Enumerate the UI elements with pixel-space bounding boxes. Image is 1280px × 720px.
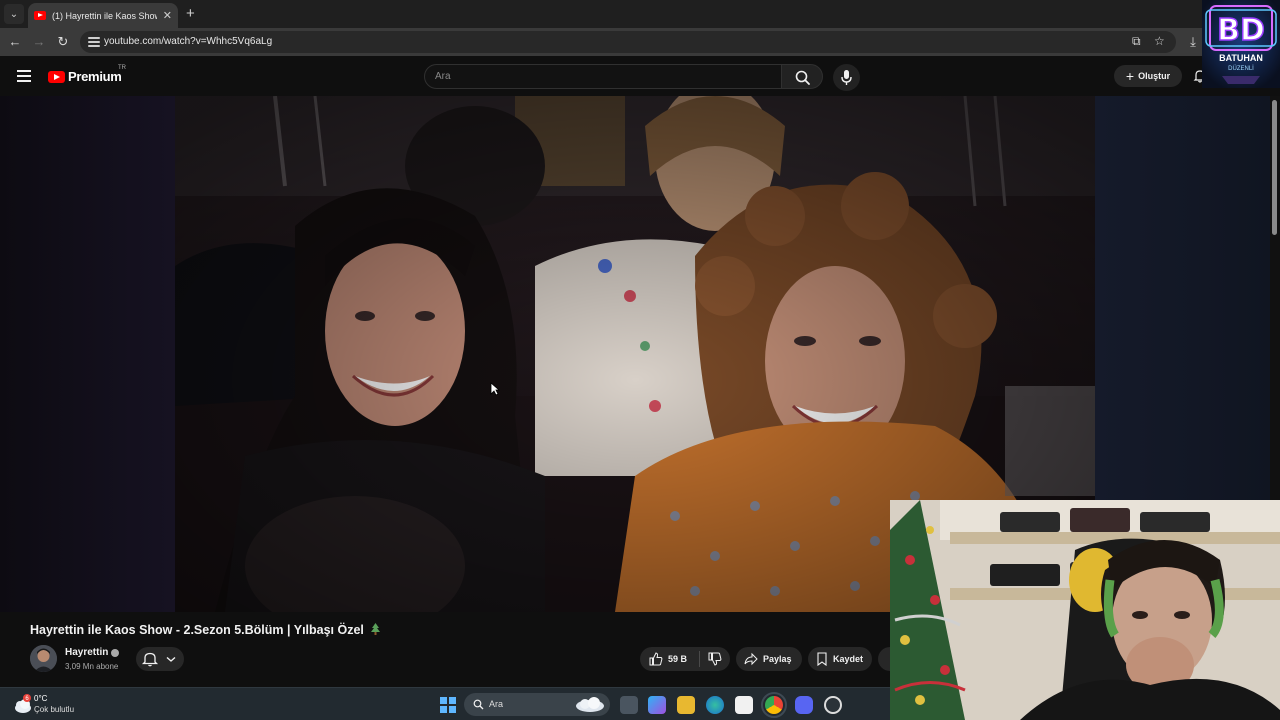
back-button[interactable]: ← [7, 34, 23, 49]
share-button[interactable]: Paylaş [736, 647, 802, 671]
task-view-icon[interactable] [620, 696, 638, 714]
tab-close-icon[interactable]: ✕ [163, 9, 172, 22]
video-title-row: Hayrettin ile Kaos Show - 2.Sezon 5.Bölü… [30, 623, 381, 637]
brand-initials: BD [1217, 13, 1265, 48]
discord-icon[interactable] [795, 696, 813, 714]
download-icon[interactable]: ⤓ [1185, 34, 1201, 50]
microphone-icon [841, 70, 852, 85]
create-button[interactable]: + Oluştur [1114, 65, 1182, 87]
share-label: Paylaş [763, 654, 792, 664]
browser-tab-title: (1) Hayrettin ile Kaos Show - 2.Sezon 5.… [52, 10, 157, 21]
streamer-webcam [890, 500, 1280, 720]
taskbar-search-icon [473, 699, 484, 710]
reload-button[interactable]: ↻ [55, 34, 71, 50]
save-bookmark-icon [817, 652, 827, 666]
file-explorer-icon[interactable] [677, 696, 695, 714]
create-label: Oluştur [1138, 71, 1171, 81]
screen: ⌄ (1) Hayrettin ile Kaos Show - 2.Sezon … [0, 0, 1280, 720]
youtube-header: Premium TR Ara + Oluştur [0, 56, 1280, 96]
new-tab-button[interactable]: + [186, 5, 195, 22]
menu-icon[interactable] [17, 70, 31, 82]
brand-subname: DÜZENLİ [1228, 65, 1254, 72]
dislike-button[interactable] [700, 652, 730, 666]
subscription-notifications-button[interactable] [136, 647, 184, 671]
bookmark-star-icon[interactable]: ☆ [1154, 34, 1165, 48]
taskbar-search-placeholder: Ara [489, 699, 504, 709]
search-input[interactable]: Ara [424, 64, 782, 89]
search-highlight-icon [576, 697, 604, 712]
streamer-logo: BD BATUHAN DÜZENLİ [1202, 0, 1280, 88]
page-scrollbar-thumb[interactable] [1272, 100, 1277, 235]
save-label: Kaydet [833, 654, 864, 664]
christmas-tree-icon [371, 623, 381, 635]
thumbs-up-icon [649, 652, 663, 666]
youtube-favicon-icon [34, 11, 46, 20]
browser-tab-strip: ⌄ (1) Hayrettin ile Kaos Show - 2.Sezon … [0, 0, 1280, 28]
copilot-icon[interactable] [648, 696, 666, 714]
brand-name: BATUHAN [1219, 53, 1263, 63]
share-arrow-icon [744, 652, 758, 666]
windows-taskbar: 6 0°C Çok bulutlu Ara [0, 687, 890, 720]
browser-tab-active[interactable]: (1) Hayrettin ile Kaos Show - 2.Sezon 5.… [28, 3, 178, 28]
site-settings-icon[interactable] [88, 36, 100, 48]
url-text: youtube.com/watch?v=Whhc5Vq6aLg [104, 36, 273, 47]
plus-icon: + [1125, 68, 1135, 84]
country-code: TR [118, 65, 126, 71]
search-button[interactable] [781, 64, 823, 89]
taskbar-search-input[interactable]: Ara [464, 693, 610, 716]
mouse-cursor-icon [490, 382, 500, 396]
search-icon [795, 70, 810, 85]
weather-temperature[interactable]: 0°C [34, 694, 47, 703]
search-placeholder: Ara [435, 71, 451, 82]
video-title: Hayrettin ile Kaos Show - 2.Sezon 5.Bölü… [30, 623, 364, 637]
more-actions-button[interactable] [878, 647, 890, 671]
youtube-premium-logo[interactable]: Premium TR [48, 65, 126, 84]
browser-toolbar: ← → ↻ youtube.com/watch?v=Whhc5Vq6aLg ⧉ … [0, 28, 1280, 56]
weather-description[interactable]: Çok bulutlu [34, 705, 74, 714]
chrome-browser-icon[interactable] [761, 692, 787, 718]
tab-search-button[interactable]: ⌄ [4, 4, 24, 24]
windows-start-icon[interactable] [440, 697, 456, 713]
microsoft-store-icon[interactable] [735, 696, 753, 714]
channel-name[interactable]: Hayrettin [65, 647, 108, 658]
like-count: 59 B [668, 654, 688, 664]
bell-chevron-icon [141, 652, 176, 667]
logo-text: Premium [68, 69, 122, 84]
weather-cloud-icon[interactable]: 6 [12, 693, 34, 715]
obs-studio-icon[interactable] [824, 696, 842, 714]
like-dislike-group: 59 B [640, 647, 730, 671]
forward-button[interactable]: → [31, 34, 47, 49]
edge-browser-icon[interactable] [706, 696, 724, 714]
youtube-play-icon [48, 70, 65, 83]
like-button[interactable]: 59 B [640, 652, 699, 666]
address-bar[interactable]: youtube.com/watch?v=Whhc5Vq6aLg ⧉ ☆ [80, 31, 1176, 53]
voice-search-button[interactable] [833, 64, 860, 91]
subscriber-count: 3,09 Mn abone [65, 662, 119, 671]
verified-badge-icon [111, 649, 119, 657]
cast-icon[interactable]: ⧉ [1132, 34, 1141, 49]
thumbs-down-icon [708, 652, 722, 666]
save-button[interactable]: Kaydet [808, 647, 872, 671]
channel-avatar[interactable] [30, 645, 57, 672]
